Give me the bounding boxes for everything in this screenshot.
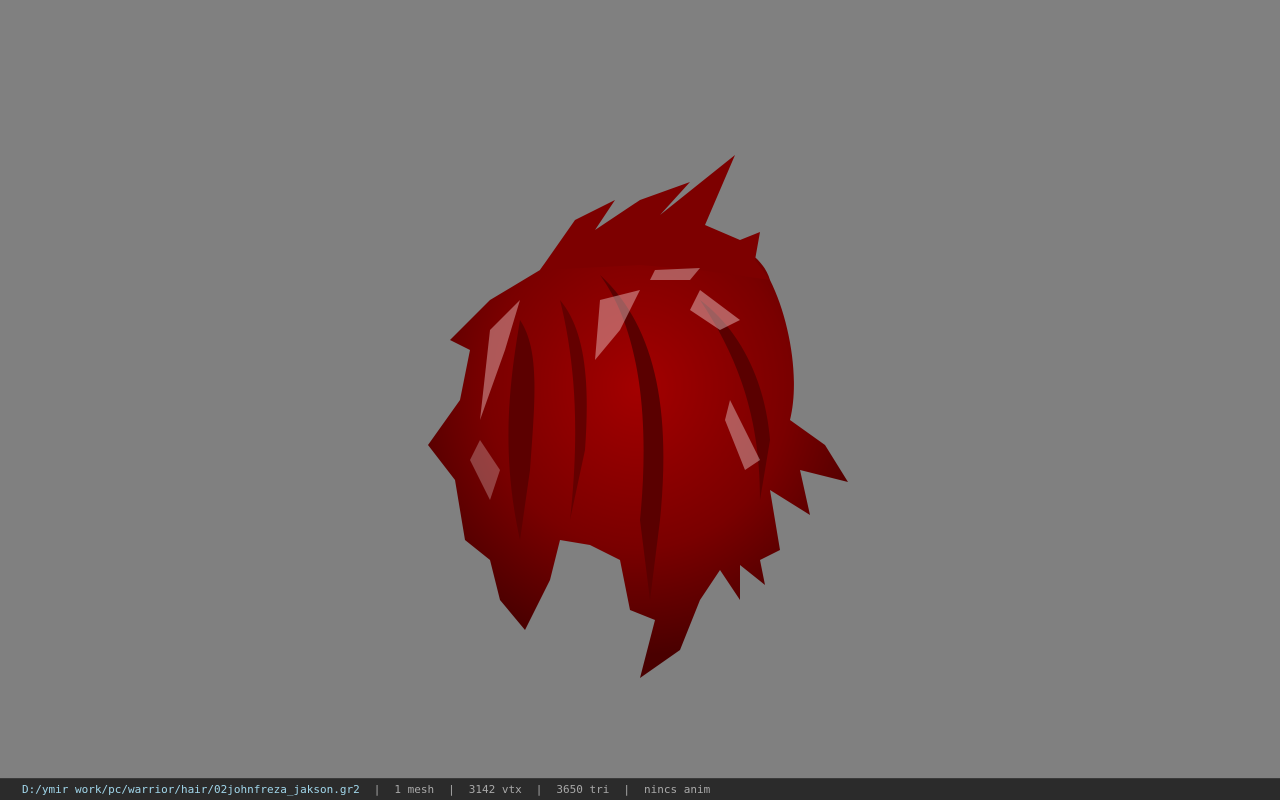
status-separator: | <box>373 783 381 796</box>
status-separator: | <box>623 783 630 796</box>
status-vertex-count: 3142 vtx <box>468 783 522 796</box>
status-separator: | <box>448 783 455 796</box>
status-file-path: D:/ymir work/pc/warrior/hair/02johnfreza… <box>22 783 360 796</box>
hair-model[interactable] <box>0 0 1280 778</box>
status-bar: D:/ymir work/pc/warrior/hair/02johnfreza… <box>0 778 1280 800</box>
status-triangle-count: 3650 tri <box>556 783 610 796</box>
3d-viewport[interactable] <box>0 0 1280 778</box>
status-anim-state: nincs anim <box>643 783 711 796</box>
status-mesh-count: 1 mesh <box>394 783 435 796</box>
status-separator: | <box>535 783 543 796</box>
